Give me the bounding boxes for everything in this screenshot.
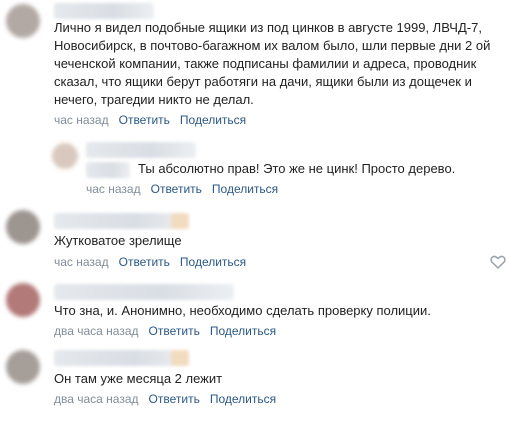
comment-time[interactable]: час назад <box>54 255 109 269</box>
reply-button[interactable]: Ответить <box>149 324 200 338</box>
avatar[interactable] <box>6 4 40 38</box>
share-button[interactable]: Поделиться <box>210 324 276 338</box>
reply-button[interactable]: Ответить <box>119 255 170 269</box>
comment-actions: час назад Ответить Поделиться <box>54 113 246 127</box>
share-button[interactable]: Поделиться <box>210 392 276 406</box>
share-button[interactable]: Поделиться <box>212 182 278 196</box>
reply-button[interactable]: Ответить <box>149 392 200 406</box>
comment-time[interactable]: час назад <box>54 113 109 127</box>
comment-time[interactable]: два часа назад <box>54 324 139 338</box>
comment-text: Жутковатое зрелище <box>54 233 182 248</box>
author-name-blurred[interactable] <box>86 142 196 158</box>
comment-time[interactable]: два часа назад <box>54 392 139 406</box>
share-button[interactable]: Поделиться <box>180 113 246 127</box>
avatar[interactable] <box>6 283 40 317</box>
comment-text: Он там уже месяца 2 лежит <box>54 371 223 386</box>
author-name-blurred[interactable] <box>54 3 154 19</box>
share-button[interactable]: Поделиться <box>180 255 246 269</box>
avatar[interactable] <box>52 143 78 169</box>
comment-actions: два часа назад Ответить Поделиться <box>54 392 276 406</box>
author-name-blurred[interactable] <box>54 350 189 366</box>
avatar[interactable] <box>6 350 40 384</box>
comment-actions: час назад Ответить Поделиться <box>54 255 246 269</box>
author-name-blurred[interactable] <box>54 213 189 229</box>
heart-icon[interactable] <box>490 254 506 270</box>
comment-actions: два часа назад Ответить Поделиться <box>54 324 276 338</box>
avatar[interactable] <box>6 210 40 244</box>
comment-text: Что зна, и. Анонимно, необходимо сделать… <box>54 303 431 318</box>
reply-button[interactable]: Ответить <box>151 182 202 196</box>
reply-button[interactable]: Ответить <box>119 113 170 127</box>
author-name-blurred[interactable] <box>54 284 234 300</box>
comment-time[interactable]: час назад <box>86 182 141 196</box>
comment-actions: час назад Ответить Поделиться <box>86 182 278 196</box>
comment-text: Лично я видел подобные ящики из под цинк… <box>54 20 491 107</box>
reply-to-blurred[interactable] <box>86 162 130 178</box>
comment-text: Ты абсолютно прав! Это же не цинк! Прост… <box>138 161 456 176</box>
